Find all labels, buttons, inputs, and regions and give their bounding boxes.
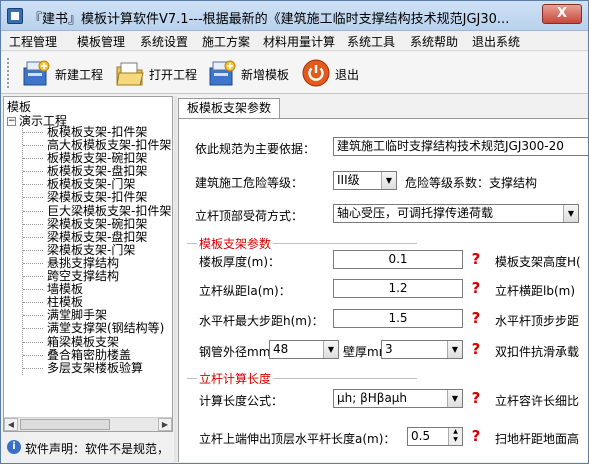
pipe-help-icon[interactable]: ? [468,340,484,358]
calc-formula-label: 计算长度公式： [199,394,284,408]
load-mode-value: 轴心受压，可调托撑传递荷载 [337,206,494,220]
pipe-diameter-label: 钢管外径mm [199,345,271,359]
toolbar: 新建工程 打开工程 新增模板 退出 [1,52,588,94]
danger-coef-label: 危险等级系数：支撑结构 [405,176,538,190]
thickness-input[interactable]: 0.1 [333,250,463,269]
tree-item[interactable]: 箱梁模板支架 [23,335,172,349]
add-template-button[interactable]: 新增模板 [207,56,297,90]
tab-slab-support-params[interactable]: 板模板支架参数 [178,98,281,118]
menu-tools[interactable]: 系统工具 [347,33,395,50]
extend-length-value: 0.5 [411,429,431,443]
power-icon [302,59,330,87]
menu-exit[interactable]: 退出系统 [472,33,520,50]
panel-splitter[interactable] [174,96,177,462]
tree-item[interactable]: 叠合箱密肋楼盖 [23,348,172,362]
exit-button[interactable]: 退出 [301,56,365,90]
tree-item[interactable]: 梁模板支架-盘扣架 [23,230,172,244]
dropdown-arrow-icon[interactable]: ▼ [563,205,578,222]
danger-level-value: III级 [337,173,360,187]
menu-help[interactable]: 系统帮助 [410,33,458,50]
toolbar-grip[interactable] [7,58,11,88]
menu-project[interactable]: 工程管理 [9,33,57,50]
scrollbar-thumb[interactable] [20,419,110,430]
step-label: 水平杆最大步距h(m)： [199,314,324,328]
menu-template[interactable]: 模板管理 [77,33,125,50]
status-bar: i 软件声明：软件不是规范， [3,434,173,462]
support-height-label: 模板支架高度H( [495,255,581,269]
tree-item[interactable]: 梁模板支架-门架 [23,243,172,257]
main-window: 『建书』模板计算软件V7.1---根据最新的《建筑施工临时支撑结构技术规范JGJ… [0,0,589,464]
tree-item[interactable]: 满堂支撑架(钢结构等) [23,322,172,335]
thickness-label: 楼板厚度(m)： [199,255,281,269]
section-support-params-title: 模板支架参数 [197,235,274,252]
tree-item[interactable]: 跨空支撑结构 [23,269,172,283]
tab-content: 依此规范为主要依据： 建筑施工临时支撑结构技术规范JGJ300-20 建筑施工危… [178,118,588,462]
tree-horizontal-scrollbar[interactable]: ◀ ▶ [4,417,172,431]
wall-thickness-select[interactable]: 3 ▼ [381,340,463,359]
dropdown-arrow-icon[interactable]: ▼ [323,341,338,358]
calc-formula-select[interactable]: μh; βHβaμh ▼ [333,389,463,408]
info-icon: i [7,440,21,454]
danger-level-select[interactable]: III级 ▼ [333,171,397,190]
dropdown-arrow-icon[interactable]: ▼ [381,172,396,189]
slenderness-label: 立杆容许长细比 [495,394,580,408]
lb-label: 立杆横距lb(m) [495,284,576,298]
status-text: 软件声明：软件不是规范， [25,442,170,456]
double-fastener-label: 双扣件抗滑承载 [495,345,580,359]
tree-item[interactable]: 多层支架楼板验算 [23,361,172,375]
dropdown-arrow-icon[interactable]: ▼ [447,341,462,358]
tree-item[interactable]: 巨大梁模板支架-扣件架 [23,204,172,218]
extend-length-label: 立杆上端伸出顶层水平杆长度a(m)： [199,432,396,446]
tree-list: 板模板支架-扣件架 高大板模板支架-扣件架 板模板支架-碗扣架 板模板支架-盘扣… [22,125,172,375]
window-title: 『建书』模板计算软件V7.1---根据最新的《建筑施工临时支撑结构技术规范JGJ… [29,12,510,27]
step-input[interactable]: 1.5 [333,309,463,328]
tree-item[interactable]: 梁模板支架-碗扣架 [23,217,172,231]
new-project-button[interactable]: 新建工程 [21,56,111,90]
wall-thickness-value: 3 [385,342,393,356]
load-mode-label: 立杆顶部受荷方式： [195,209,304,223]
danger-level-label: 建筑施工危险等级： [195,176,304,190]
basis-field[interactable]: 建筑施工临时支撑结构技术规范JGJ300-20 [333,137,588,156]
pipe-diameter-select[interactable]: 48 ▼ [269,340,339,359]
add-template-label: 新增模板 [241,68,290,82]
add-template-icon [209,60,236,86]
open-project-button[interactable]: 打开工程 [115,56,205,90]
section-calc-length-title: 立杆计算长度 [197,370,274,387]
step-help-icon[interactable]: ? [468,309,484,327]
exit-label: 退出 [335,68,360,82]
calc-formula-value: μh; βHβaμh [337,391,408,405]
extend-length-input[interactable]: 0.5 ▲ ▼ [407,427,463,446]
tree-collapse-icon[interactable]: − [7,117,16,126]
dropdown-arrow-icon[interactable]: ▼ [447,390,462,407]
window-close-button[interactable]: X [542,4,582,24]
open-project-label: 打开工程 [149,68,198,82]
open-folder-icon [116,62,144,86]
project-tree-panel: 模板 − 演示工程 板模板支架-扣件架 高大板模板支架-扣件架 板模板支架-碗扣架… [3,96,173,432]
calc-formula-help-icon[interactable]: ? [468,389,484,407]
la-help-icon[interactable]: ? [468,279,484,297]
load-mode-select[interactable]: 轴心受压，可调托撑传递荷载 ▼ [333,204,579,223]
top-step-label: 水平杆顶步步距 [495,314,580,328]
scroll-right-icon[interactable]: ▶ [158,418,172,431]
menu-material[interactable]: 材料用量计算 [263,33,335,50]
la-label: 立杆纵距la(m)： [199,284,291,298]
sweep-rod-label: 扫地杆距地面高 [495,432,580,446]
menu-plan[interactable]: 施工方案 [202,33,250,50]
scroll-left-icon[interactable]: ◀ [4,418,18,431]
app-logo-icon [7,8,23,24]
menu-settings[interactable]: 系统设置 [140,33,188,50]
la-input[interactable]: 1.2 [333,279,463,298]
basis-label: 依此规范为主要依据： [195,142,316,156]
extend-length-help-icon[interactable]: ? [468,427,484,445]
tree-item[interactable]: 梁模板支架-扣件架 [23,191,172,204]
new-project-icon [23,60,50,86]
pipe-diameter-value: 48 [273,342,289,356]
thickness-help-icon[interactable]: ? [468,250,484,268]
menu-bar: 工程管理 模板管理 系统设置 施工方案 材料用量计算 系统工具 系统帮助 退出系… [1,31,588,51]
spin-arrows-icon[interactable]: ▲ ▼ [448,428,462,445]
new-project-label: 新建工程 [55,68,104,82]
title-bar: 『建书』模板计算软件V7.1---根据最新的《建筑施工临时支撑结构技术规范JGJ… [1,1,588,31]
parameter-panel: 板模板支架参数 依此规范为主要依据： 建筑施工临时支撑结构技术规范JGJ300-… [178,96,588,462]
tree-item[interactable]: 墙模板 [23,283,172,296]
